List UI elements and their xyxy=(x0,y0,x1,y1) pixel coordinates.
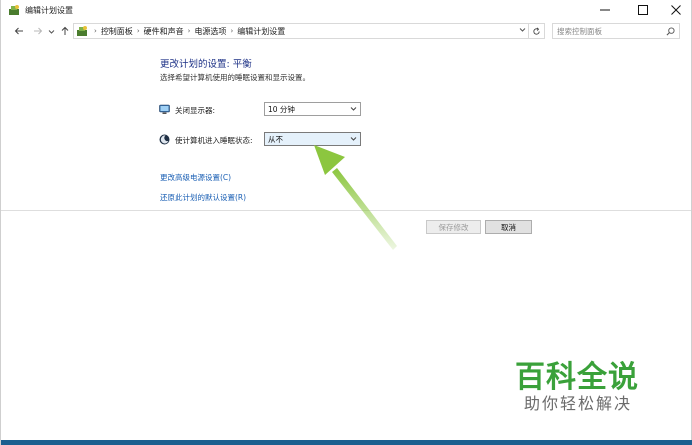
advanced-power-settings-link[interactable]: 更改高级电源设置(C) xyxy=(160,172,231,183)
refresh-button[interactable] xyxy=(529,23,545,39)
display-off-value: 10 分钟 xyxy=(268,104,295,114)
title-bar: 编辑计划设置 xyxy=(1,0,691,20)
chevron-down-icon xyxy=(350,107,357,111)
refresh-icon xyxy=(533,27,540,35)
back-button[interactable] xyxy=(12,24,26,38)
forward-button[interactable] xyxy=(31,24,45,38)
monitor-icon xyxy=(159,104,170,114)
maximize-button[interactable] xyxy=(627,0,659,20)
arrow-up-icon xyxy=(61,26,69,35)
minimize-button[interactable] xyxy=(589,0,621,20)
edit-plan-settings-window: 编辑计划设置 › 控制面板 › 硬件和声音 › 电源选项 › 编辑计划设置 搜索… xyxy=(0,0,692,445)
breadcrumb-separator-icon: › xyxy=(136,27,140,35)
select-arrow xyxy=(350,135,357,144)
divider xyxy=(1,210,691,211)
close-icon xyxy=(671,5,681,15)
display-off-select[interactable]: 10 分钟 xyxy=(264,102,361,116)
breadcrumb[interactable]: › 控制面板 › 硬件和声音 › 电源选项 › 编辑计划设置 xyxy=(73,23,529,39)
page-description: 选择希望计算机使用的睡眠设置和显示设置。 xyxy=(160,73,310,82)
moon-icon xyxy=(159,134,170,145)
select-arrow xyxy=(350,105,357,114)
search-input[interactable] xyxy=(553,26,665,36)
breadcrumb-item[interactable]: 硬件和声音 xyxy=(144,26,184,37)
close-button[interactable] xyxy=(660,0,692,20)
search-icon xyxy=(666,27,675,36)
recent-locations-button[interactable] xyxy=(47,24,55,38)
cancel-button[interactable]: 取消 xyxy=(485,220,532,234)
minimize-icon xyxy=(600,9,610,11)
breadcrumb-separator-icon: › xyxy=(94,27,97,35)
chevron-down-icon xyxy=(350,137,357,141)
breadcrumb-item[interactable]: 电源选项 xyxy=(194,26,226,37)
search-box[interactable] xyxy=(552,23,680,39)
page-title: 更改计划的设置: 平衡 xyxy=(160,59,252,70)
breadcrumb-separator-icon: › xyxy=(230,27,234,35)
up-button[interactable] xyxy=(58,24,72,38)
chevron-down-icon xyxy=(48,29,54,34)
breadcrumb-separator-icon: › xyxy=(187,27,191,35)
arrow-right-icon xyxy=(34,27,43,35)
restore-defaults-link[interactable]: 还原此计划的默认设置(R) xyxy=(160,192,246,203)
arrow-left-icon xyxy=(14,27,23,35)
breadcrumb-item[interactable]: 控制面板 xyxy=(101,26,133,37)
window-title: 编辑计划设置 xyxy=(25,6,73,15)
chevron-down-icon xyxy=(519,28,526,32)
control-panel-icon xyxy=(77,26,87,36)
taskbar-strip xyxy=(1,440,692,445)
address-bar: › 控制面板 › 硬件和声音 › 电源选项 › 编辑计划设置 xyxy=(1,20,691,42)
sleep-value: 从不 xyxy=(268,134,283,144)
power-options-icon xyxy=(9,5,19,15)
save-changes-button[interactable]: 保存修改 xyxy=(426,220,481,234)
breadcrumb-item[interactable]: 编辑计划设置 xyxy=(237,26,285,37)
address-dropdown-button[interactable] xyxy=(519,26,526,35)
sleep-select[interactable]: 从不 xyxy=(264,132,361,146)
maximize-icon xyxy=(638,5,648,15)
display-off-label: 关闭显示器: xyxy=(175,106,216,115)
watermark-subtitle: 助你轻松解决 xyxy=(524,394,633,413)
sleep-label: 使计算机进入睡眠状态: xyxy=(175,136,253,145)
